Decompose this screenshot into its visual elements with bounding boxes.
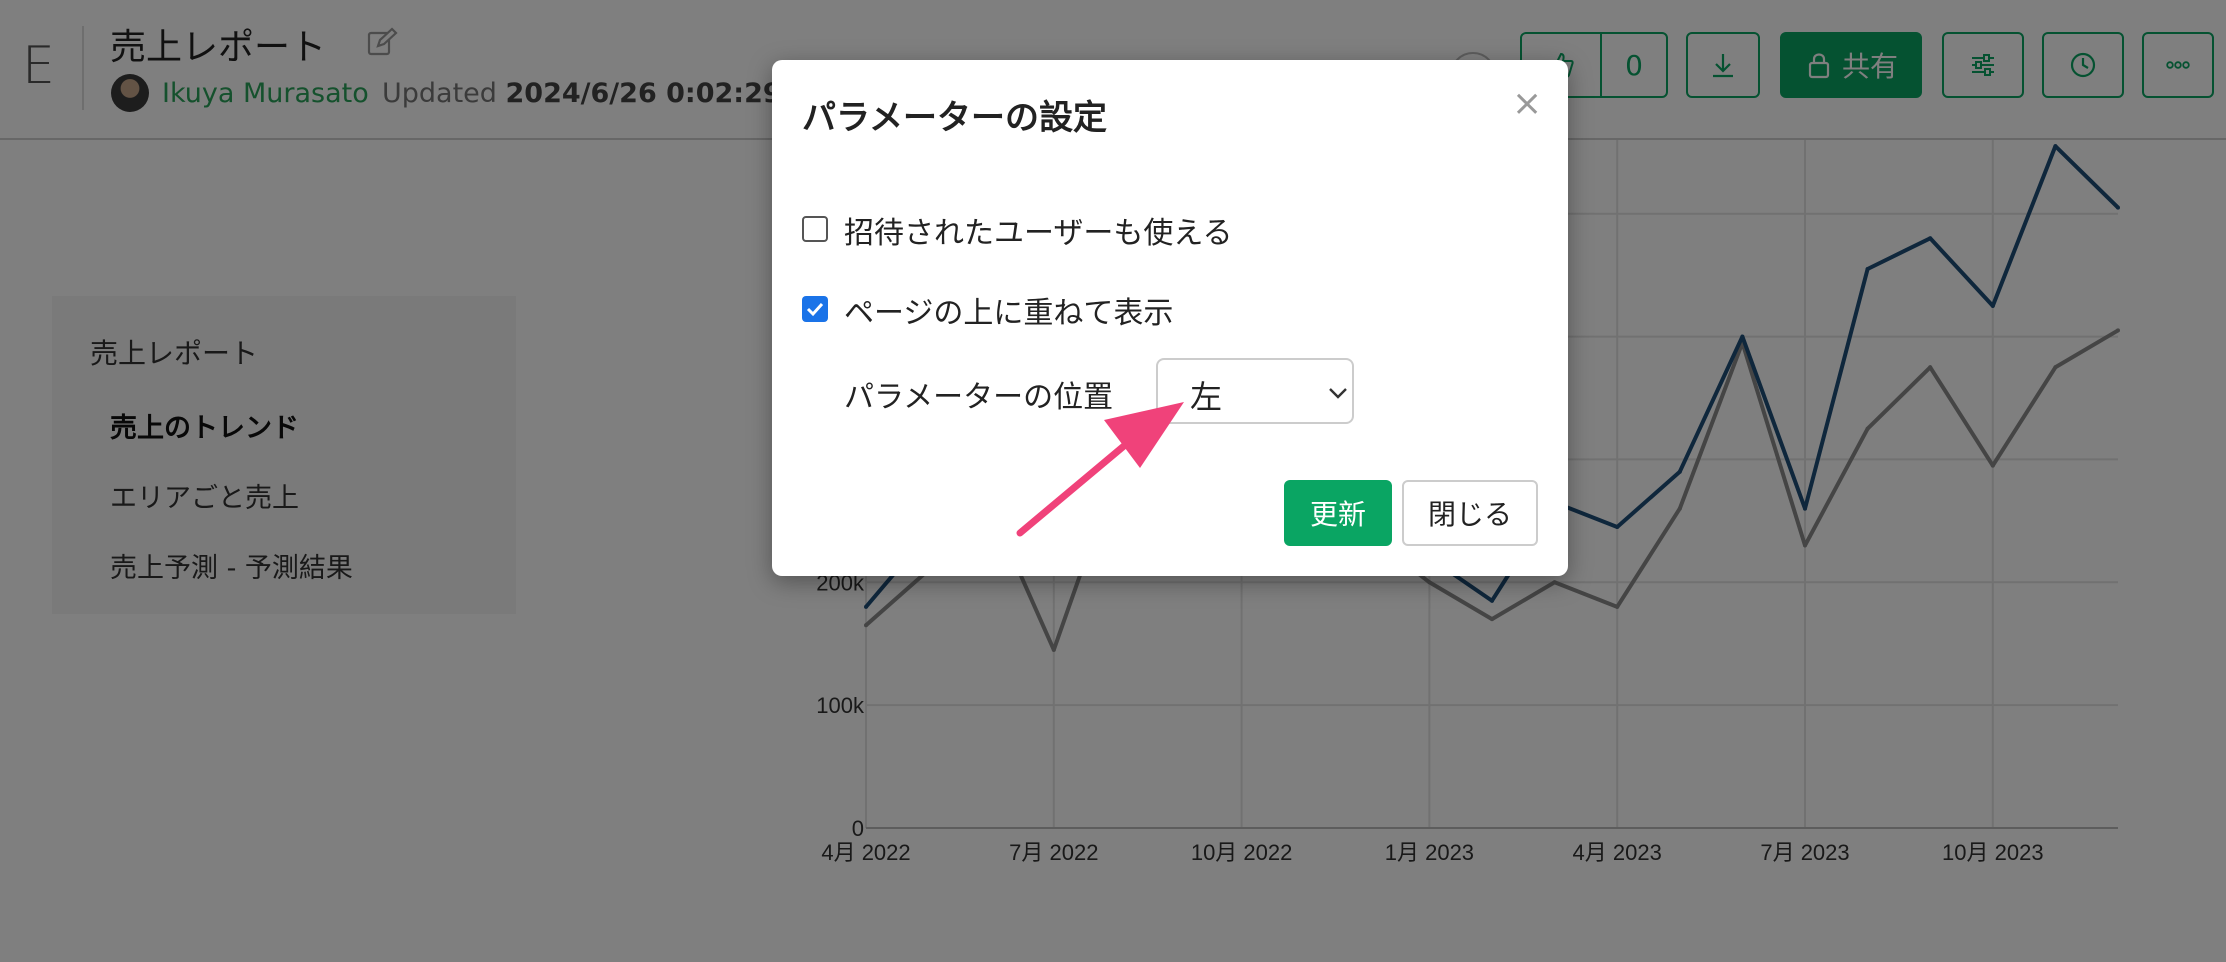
invited-users-label[interactable]: 招待されたユーザーも使える (844, 208, 1233, 252)
close-button[interactable]: 閉じる (1402, 480, 1538, 546)
update-button[interactable]: 更新 (1284, 480, 1392, 546)
app-root: E 売上レポート Ikuya Murasato Updated 2024/6/2… (0, 0, 2226, 962)
chevron-down-icon (1329, 388, 1347, 399)
annotation-arrow-icon (1016, 402, 1184, 537)
invited-users-checkbox[interactable] (802, 216, 828, 242)
overlay-on-page-checkbox[interactable] (802, 296, 828, 322)
check-icon (806, 302, 824, 317)
close-icon[interactable]: × (1512, 86, 1542, 122)
dialog-title: パラメーターの設定 (802, 98, 1107, 138)
overlay-on-page-label[interactable]: ページの上に重ねて表示 (844, 288, 1173, 332)
